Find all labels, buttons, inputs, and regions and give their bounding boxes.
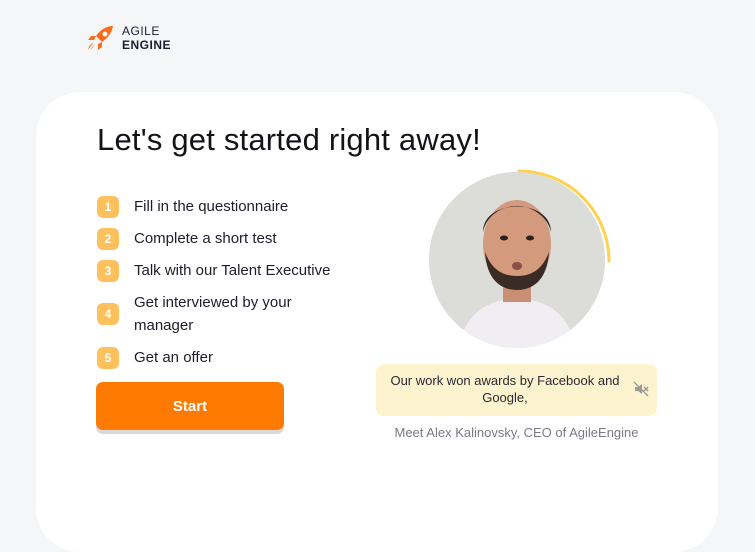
logo-wordmark: AGILE ENGINE bbox=[122, 24, 171, 52]
presenter-video[interactable] bbox=[429, 172, 605, 348]
step-label: Complete a short test bbox=[134, 230, 277, 247]
step-label: Talk with our Talent Executive bbox=[134, 262, 331, 279]
step-item-3: 3 Talk with our Talent Executive bbox=[97, 259, 367, 282]
step-label: Get an offer bbox=[134, 349, 213, 366]
agileengine-logo[interactable]: AGILE ENGINE bbox=[86, 24, 171, 52]
presenter-portrait bbox=[429, 172, 605, 348]
start-button[interactable]: Start bbox=[96, 382, 284, 430]
step-number-badge: 5 bbox=[97, 346, 119, 369]
step-item-2: 2 Complete a short test bbox=[97, 227, 367, 250]
muted-speaker-icon[interactable] bbox=[631, 379, 651, 399]
step-label: Get interviewed by your manager bbox=[134, 294, 292, 334]
video-caption-box: Our work won awards by Facebook and Goog… bbox=[376, 364, 657, 416]
logo-line2: ENGINE bbox=[122, 38, 172, 52]
page-title: Let's get started right away! bbox=[97, 122, 481, 157]
step-item-5: 5 Get an offer bbox=[97, 346, 367, 369]
step-number-badge: 2 bbox=[97, 227, 119, 250]
steps-list: 1 Fill in the questionnaire 2 Complete a… bbox=[97, 195, 367, 378]
presenter-caption: Meet Alex Kalinovsky, CEO of AgileEngine bbox=[394, 425, 639, 440]
step-number-badge: 3 bbox=[97, 259, 119, 282]
step-number-badge: 1 bbox=[97, 195, 119, 218]
step-label: Fill in the questionnaire bbox=[134, 198, 289, 215]
video-caption-text: Our work won awards by Facebook and Goog… bbox=[390, 373, 620, 405]
rocket-icon bbox=[86, 24, 116, 52]
step-number-badge: 4 bbox=[97, 303, 119, 325]
step-item-4: 4 Get interviewed by your manager bbox=[97, 291, 367, 337]
step-item-1: 1 Fill in the questionnaire bbox=[97, 195, 367, 218]
logo-line1: AGILE bbox=[122, 24, 160, 38]
